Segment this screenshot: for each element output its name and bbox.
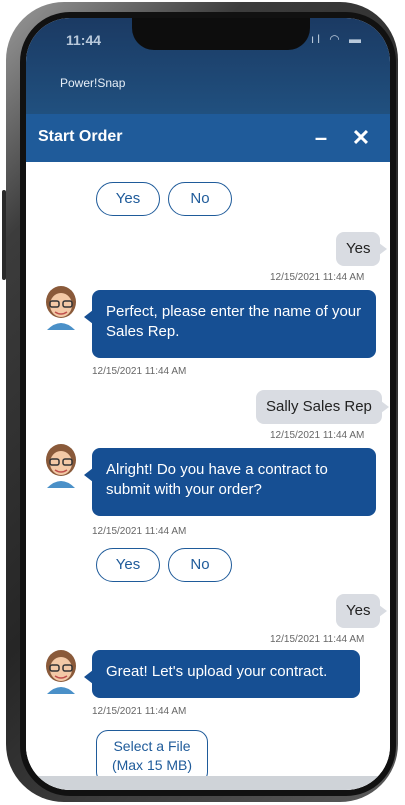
message-timestamp: 12/15/2021 11:44 AM: [270, 272, 365, 283]
phone-screen: 11:44 ıl ◠ ▬ Power!Snap Start Order – ✕ …: [26, 18, 390, 790]
phone-bezel: 11:44 ıl ◠ ▬ Power!Snap Start Order – ✕ …: [20, 12, 396, 796]
no-button[interactable]: No: [168, 182, 232, 216]
bot-avatar-icon: [46, 650, 76, 694]
message-timestamp: 12/15/2021 11:44 AM: [92, 366, 187, 377]
notch: [132, 18, 310, 50]
app-name: Power!Snap: [60, 76, 126, 90]
bot-message: Perfect, please enter the name of your S…: [84, 290, 376, 358]
user-message: Yes: [336, 232, 389, 266]
bottom-divider: [26, 776, 390, 790]
bot-message: Alright! Do you have a contract to submi…: [84, 448, 376, 516]
no-button[interactable]: No: [168, 548, 232, 582]
chat-area[interactable]: Yes No Yes 12/15/2021 11:44 AM Perfect, …: [26, 162, 390, 790]
minimize-button[interactable]: –: [306, 122, 336, 154]
select-file-label: Select a File: [113, 738, 191, 754]
message-timestamp: 12/15/2021 11:44 AM: [270, 634, 365, 645]
status-bar: 11:44 ıl ◠ ▬ Power!Snap: [26, 18, 390, 114]
side-button: [2, 190, 6, 280]
header-title: Start Order: [38, 128, 123, 145]
bot-avatar-icon: [46, 444, 76, 488]
bot-message: Great! Let's upload your contract.: [84, 650, 360, 698]
message-timestamp: 12/15/2021 11:44 AM: [270, 430, 365, 441]
user-message: Sally Sales Rep: [256, 390, 389, 424]
max-size-label: (Max 15 MB): [111, 757, 193, 773]
bot-avatar-icon: [46, 286, 76, 330]
message-timestamp: 12/15/2021 11:44 AM: [92, 526, 187, 537]
user-message: Yes: [336, 594, 389, 628]
yes-button[interactable]: Yes: [96, 182, 160, 216]
chat-header: Start Order – ✕: [26, 114, 390, 162]
status-time: 11:44: [66, 32, 102, 48]
close-button[interactable]: ✕: [346, 122, 376, 154]
phone-frame: 11:44 ıl ◠ ▬ Power!Snap Start Order – ✕ …: [2, 2, 398, 802]
signal-wifi-battery-icon: ıl ◠ ▬: [310, 32, 364, 46]
yes-button[interactable]: Yes: [96, 548, 160, 582]
message-timestamp: 12/15/2021 11:44 AM: [92, 706, 187, 717]
